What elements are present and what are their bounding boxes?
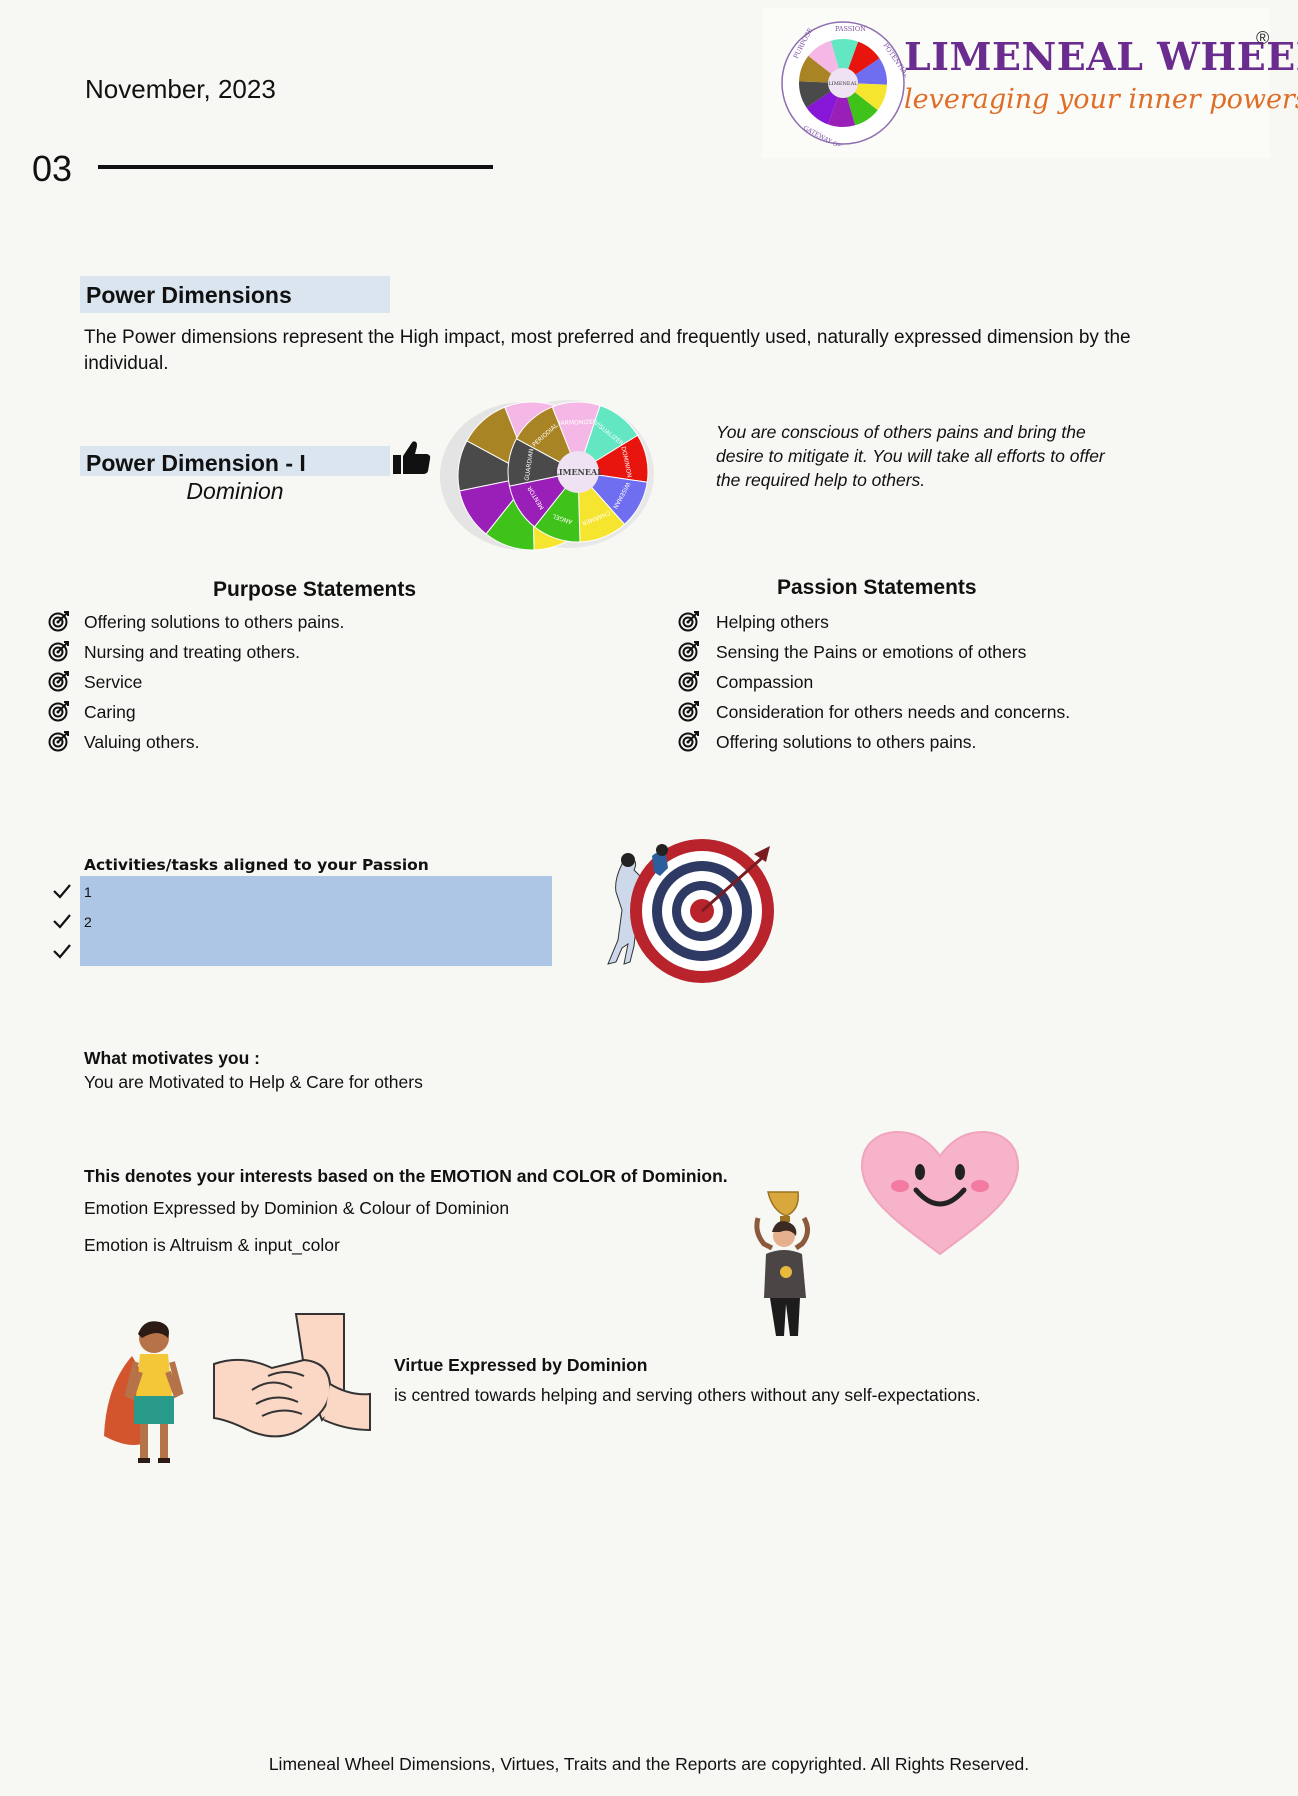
header-rule — [98, 165, 493, 169]
purpose-statement-item: Offering solutions to others pains. — [84, 612, 345, 632]
limeneal-wheel-logo-icon: LIMENEAL PURPOSE PASSION POTENTIAL GATEW… — [781, 21, 906, 146]
trophy-person-illustration — [754, 1191, 810, 1336]
emotion-line-2: Emotion is Altruism & input_color — [84, 1235, 340, 1255]
target-bullet-icon — [48, 701, 69, 722]
copyright-footer: Limeneal Wheel Dimensions, Virtues, Trai… — [268, 1754, 1030, 1774]
svg-text:LIMENEAL: LIMENEAL — [828, 81, 858, 87]
checkmark-icon — [52, 882, 72, 906]
statement-bullet — [48, 670, 70, 697]
brand-logo: LIMENEAL PURPOSE PASSION POTENTIAL GATEW… — [762, 8, 1270, 158]
statement-bullet — [678, 670, 700, 697]
power-dimensions-description: The Power dimensions represent the High … — [84, 327, 1131, 374]
wheel-segment-label: HARMONIZER — [556, 419, 597, 427]
purpose-statements-heading: Purpose Statements — [213, 578, 417, 601]
target-bullet-icon — [678, 641, 699, 662]
brand-title: LIMENEAL WHEEL — [904, 34, 1298, 79]
svg-text:PASSION: PASSION — [835, 25, 866, 33]
purpose-statement-item: Service — [84, 672, 143, 692]
power-dimension-heading: Power Dimension - I — [80, 446, 390, 476]
smiling-heart-icon — [860, 1130, 1020, 1256]
statement-bullet — [678, 730, 700, 757]
purpose-statement-item: Nursing and treating others. — [84, 642, 300, 662]
target-illustration — [607, 839, 774, 983]
motivation-text: You are Motivated to Help & Care for oth… — [84, 1072, 423, 1092]
target-bullet-icon — [48, 731, 69, 752]
purpose-statement-item: Valuing others. — [84, 732, 200, 752]
brand-tagline: leveraging your inner powers — [904, 84, 1298, 115]
activity-item: 1 — [84, 884, 92, 900]
passion-statements-heading: Passion Statements — [777, 576, 977, 599]
wheel-center-label: LIMENEAL — [553, 467, 603, 477]
statement-bullet — [48, 640, 70, 667]
activities-box — [80, 876, 552, 966]
activity-item: 2 — [84, 914, 92, 930]
statement-bullet — [48, 700, 70, 727]
dimension-quote: You are conscious of others pains and br… — [716, 422, 1105, 490]
statement-bullet — [48, 610, 70, 637]
passion-statement-item: Offering solutions to others pains. — [716, 732, 977, 752]
target-bullet-icon — [48, 671, 69, 692]
section-heading-power-dimensions: Power Dimensions — [80, 276, 390, 313]
target-bullet-icon — [678, 611, 699, 632]
superhero-kid-illustration — [104, 1321, 184, 1463]
thumbs-up-icon — [393, 441, 431, 474]
passion-statement-item: Sensing the Pains or emotions of others — [716, 642, 1027, 662]
dimension-name: Dominion — [186, 478, 284, 504]
virtue-heading: Virtue Expressed by Dominion — [394, 1355, 648, 1375]
helping-hands-illustration — [213, 1313, 371, 1438]
virtue-text: is centred towards helping and serving o… — [394, 1385, 981, 1405]
target-bullet-icon — [678, 701, 699, 722]
report-date: November, 2023 — [85, 74, 276, 104]
passion-statement-item: Compassion — [716, 672, 814, 692]
target-bullet-icon — [48, 611, 69, 632]
statement-bullet — [678, 700, 700, 727]
target-bullet-icon — [48, 641, 69, 662]
page-number: 03 — [32, 148, 73, 189]
statement-bullet — [678, 640, 700, 667]
target-bullet-icon — [678, 671, 699, 692]
dimension-wheel-image: HARMONIZERVISUALIZERDOMINIONWISEMANCHARM… — [440, 400, 654, 551]
purpose-statement-item: Caring — [84, 702, 136, 722]
statement-bullet — [678, 610, 700, 637]
activities-heading: Activities/tasks aligned to your Passion — [84, 856, 429, 874]
target-bullet-icon — [678, 731, 699, 752]
checkmark-icon — [52, 942, 72, 966]
passion-statement-item: Consideration for others needs and conce… — [716, 702, 1071, 722]
passion-statement-item: Helping others — [716, 612, 829, 632]
registered-mark: ® — [1256, 28, 1270, 48]
emotion-line-1: Emotion Expressed by Dominion & Colour o… — [84, 1198, 510, 1218]
statement-bullet — [48, 730, 70, 757]
motivation-heading: What motivates you : — [84, 1048, 260, 1068]
emotion-heading: This denotes your interests based on the… — [84, 1166, 728, 1186]
checkmark-icon — [52, 912, 72, 936]
